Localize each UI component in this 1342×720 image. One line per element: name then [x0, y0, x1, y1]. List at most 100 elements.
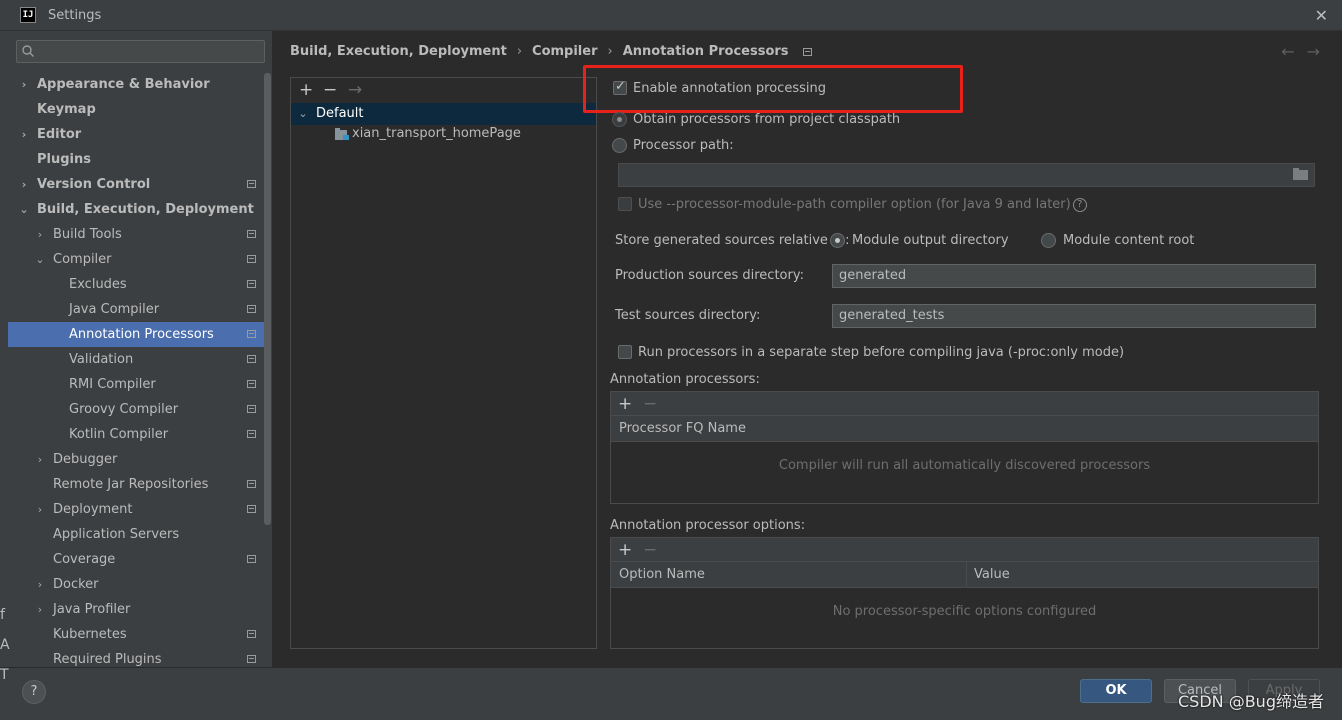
search-input[interactable] [16, 40, 265, 63]
sidebar-item-version-control[interactable]: › Version Control [8, 172, 264, 197]
project-scope-icon [247, 230, 256, 238]
chevron-right-icon[interactable]: › [34, 572, 46, 597]
project-scope-icon [247, 480, 256, 488]
close-icon[interactable]: ✕ [1315, 6, 1328, 25]
sidebar-item-docker[interactable]: › Docker [8, 572, 264, 597]
chevron-right-icon[interactable]: › [34, 497, 46, 522]
remove-option-button[interactable]: − [643, 540, 657, 560]
test-dir-label: Test sources directory: [615, 308, 761, 323]
project-scope-icon [247, 355, 256, 363]
project-scope-icon [247, 655, 256, 663]
sidebar-item-application-servers[interactable]: Application Servers [8, 522, 264, 547]
value-column[interactable]: Value [974, 562, 1010, 588]
sidebar-item-appearance-behavior[interactable]: › Appearance & Behavior [8, 72, 264, 97]
annotation-processors-table: + − Processor FQ Name Compiler will run … [610, 391, 1319, 504]
add-profile-button[interactable]: + [299, 80, 313, 100]
forward-arrow-icon[interactable]: → [1307, 42, 1320, 61]
sidebar-item-kotlin-compiler[interactable]: Kotlin Compiler [8, 422, 264, 447]
options-toolbar: + − [611, 538, 1318, 562]
window-title: Settings [48, 7, 102, 23]
folder-icon[interactable] [1293, 168, 1308, 180]
chevron-right-icon[interactable]: › [18, 172, 30, 197]
sidebar-item-annotation-processors[interactable]: Annotation Processors [8, 322, 264, 347]
sidebar-item-remote-jar-repositories[interactable]: Remote Jar Repositories [8, 472, 264, 497]
annotation-settings: Enable annotation processing Obtain proc… [610, 66, 1322, 666]
chevron-right-icon[interactable]: › [34, 447, 46, 472]
enable-annotation-processing-checkbox[interactable] [613, 79, 627, 95]
chevron-right-icon[interactable]: › [34, 222, 46, 247]
chevron-down-icon[interactable]: ⌄ [18, 197, 30, 222]
sidebar-scrollbar[interactable] [264, 73, 271, 525]
edge-letter: T [0, 667, 9, 683]
add-option-button[interactable]: + [618, 540, 632, 560]
sidebar-item-compiler[interactable]: ⌄ Compiler [8, 247, 264, 272]
sidebar-item-debugger[interactable]: › Debugger [8, 447, 264, 472]
sidebar-item-label: Deployment [53, 502, 133, 517]
sidebar-item-label: Validation [69, 352, 134, 367]
sidebar-item-label: Annotation Processors [69, 327, 214, 342]
obtain-classpath-radio[interactable] [612, 112, 627, 127]
processor-path-field[interactable] [618, 163, 1315, 187]
sidebar-item-rmi-compiler[interactable]: RMI Compiler [8, 372, 264, 397]
processor-path-radio[interactable] [612, 138, 627, 153]
chevron-down-icon[interactable]: ⌄ [34, 247, 46, 272]
chevron-down-icon[interactable]: ⌄ [297, 103, 309, 125]
help-icon[interactable]: ? [1072, 197, 1087, 212]
sidebar-item-java-compiler[interactable]: Java Compiler [8, 297, 264, 322]
ok-button[interactable]: OK [1080, 679, 1152, 703]
processor-options-title: Annotation processor options: [610, 518, 806, 533]
sidebar-item-deployment[interactable]: › Deployment [8, 497, 264, 522]
test-dir-input[interactable]: generated_tests [832, 304, 1316, 328]
option-name-column[interactable]: Option Name [619, 562, 705, 588]
project-scope-icon [247, 555, 256, 563]
module-content-root-label: Module content root [1063, 233, 1195, 248]
module-item[interactable]: xian_transport_homePage [291, 123, 596, 145]
remove-processor-button[interactable]: − [643, 394, 657, 414]
breadcrumb-separator: › [516, 44, 523, 59]
sidebar-item-groovy-compiler[interactable]: Groovy Compiler [8, 397, 264, 422]
help-button[interactable]: ? [22, 680, 46, 704]
sidebar-item-coverage[interactable]: Coverage [8, 547, 264, 572]
sidebar-item-editor[interactable]: › Editor [8, 122, 264, 147]
run-separate-step-label: Run processors in a separate step before… [638, 345, 1125, 360]
add-processor-button[interactable]: + [618, 394, 632, 414]
sidebar-item-label: Debugger [53, 452, 118, 467]
sidebar-item-validation[interactable]: Validation [8, 347, 264, 372]
profile-default[interactable]: ⌄ Default [291, 103, 596, 125]
sidebar-item-java-profiler[interactable]: › Java Profiler [8, 597, 264, 622]
csdn-watermark: CSDN @Bug缔造者 [1178, 692, 1324, 711]
sidebar-item-label: Kubernetes [53, 627, 127, 642]
chevron-right-icon[interactable]: › [18, 72, 30, 97]
options-empty-message: No processor-specific options configured [832, 604, 1097, 619]
options-table-header: Option Name Value [611, 562, 1318, 588]
back-arrow-icon[interactable]: ← [1281, 42, 1294, 61]
project-scope-icon [247, 505, 256, 513]
run-separate-step-checkbox[interactable] [618, 345, 632, 359]
breadcrumb-compiler[interactable]: Compiler [532, 44, 597, 59]
chevron-right-icon[interactable]: › [18, 122, 30, 147]
sidebar-item-build-tools[interactable]: › Build Tools [8, 222, 264, 247]
sidebar-item-kubernetes[interactable]: Kubernetes [8, 622, 264, 647]
remove-profile-button[interactable]: − [323, 80, 337, 100]
processor-fq-name-column[interactable]: Processor FQ Name [619, 416, 746, 442]
sidebar-item-label: Groovy Compiler [69, 402, 179, 417]
module-output-directory-radio[interactable] [830, 233, 845, 248]
module-content-root-radio[interactable] [1041, 233, 1056, 248]
navigation-arrows: ← → [1269, 42, 1320, 61]
sidebar-item-plugins[interactable]: Plugins [8, 147, 264, 172]
processor-options-table: + − Option Name Value No processor-speci… [610, 537, 1319, 649]
project-scope-icon [247, 330, 256, 338]
sidebar-item-label: Version Control [37, 177, 151, 192]
breadcrumb-build[interactable]: Build, Execution, Deployment [290, 44, 507, 59]
sidebar-item-build-execution-deployment[interactable]: ⌄ Build, Execution, Deployment [8, 197, 264, 222]
chevron-right-icon[interactable]: › [34, 597, 46, 622]
sidebar-item-excludes[interactable]: Excludes [8, 272, 264, 297]
use-module-path-text: Use --processor-module-path compiler opt… [638, 197, 1071, 212]
sidebar-item-label: Build, Execution, Deployment [37, 202, 254, 217]
processors-empty-message: Compiler will run all automatically disc… [778, 458, 1151, 473]
move-module-button[interactable]: → [348, 80, 362, 100]
sidebar-item-keymap[interactable]: Keymap [8, 97, 264, 122]
module-folder-icon [335, 128, 349, 140]
production-dir-input[interactable]: generated [832, 264, 1316, 288]
use-module-path-checkbox[interactable] [618, 197, 632, 211]
